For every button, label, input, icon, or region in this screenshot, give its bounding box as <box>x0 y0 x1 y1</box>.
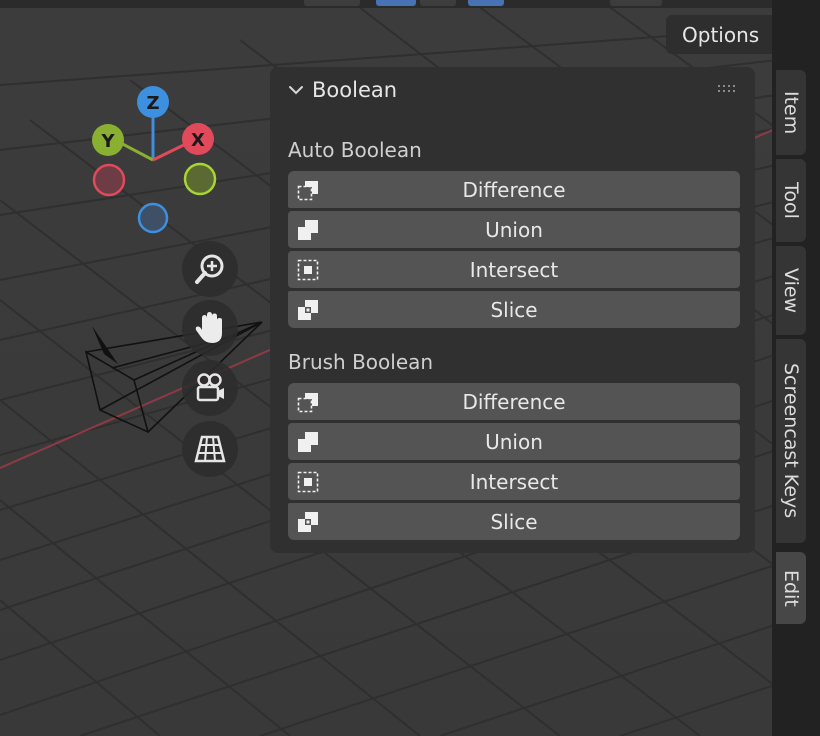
union-icon <box>298 432 318 452</box>
tab-tool[interactable]: Tool <box>776 159 806 242</box>
axis-y-label: Y <box>100 131 115 152</box>
tab-edit[interactable]: Edit <box>776 552 806 624</box>
header-segment-active[interactable] <box>376 0 416 6</box>
brush-slice-label: Slice <box>490 509 538 534</box>
zoom-icon <box>195 254 224 284</box>
auto-union-label: Union <box>485 217 543 242</box>
brush-intersect-label: Intersect <box>469 469 559 494</box>
tab-edit-label: Edit <box>780 569 802 607</box>
axis-x-label: X <box>191 130 205 151</box>
brush-union-label: Union <box>485 429 543 454</box>
axis-neg-x-handle[interactable] <box>92 163 126 197</box>
header-segment[interactable] <box>610 0 662 6</box>
difference-icon <box>297 393 318 413</box>
brush-boolean-label: Brush Boolean <box>288 350 434 374</box>
panel-title: Boolean <box>312 78 398 102</box>
tab-view-label: View <box>780 267 802 314</box>
header-segment-active[interactable] <box>468 0 504 6</box>
auto-slice-button[interactable]: Slice <box>288 291 740 328</box>
auto-slice-label: Slice <box>490 297 538 322</box>
tab-item-label: Item <box>780 90 802 135</box>
drag-handle-icon[interactable] <box>717 83 739 95</box>
tab-screencast-keys-label: Screencast Keys <box>780 363 802 519</box>
slice-icon <box>298 512 318 532</box>
panel-header[interactable]: Boolean <box>270 67 755 113</box>
difference-icon <box>297 181 318 201</box>
intersect-icon <box>297 471 319 493</box>
brush-slice-button[interactable]: Slice <box>288 503 740 540</box>
header-segment[interactable] <box>420 0 456 6</box>
auto-intersect-label: Intersect <box>469 257 559 282</box>
boolean-panel: Boolean Auto Boolean Difference Union In… <box>270 67 755 553</box>
intersect-icon <box>297 259 319 281</box>
axis-z-label: Z <box>146 93 159 114</box>
tab-item[interactable]: Item <box>776 70 806 155</box>
camera-icon <box>196 373 224 402</box>
grid-perspective-icon <box>194 435 226 463</box>
brush-difference-label: Difference <box>462 389 566 414</box>
axis-neg-y-handle[interactable] <box>183 162 217 196</box>
brush-difference-button[interactable]: Difference <box>288 383 740 420</box>
tab-tool-label: Tool <box>780 182 802 219</box>
union-icon <box>298 220 318 240</box>
camera-view-button[interactable] <box>182 360 238 416</box>
auto-intersect-button[interactable]: Intersect <box>288 251 740 288</box>
auto-difference-button[interactable]: Difference <box>288 171 740 208</box>
header-strip <box>0 0 820 8</box>
brush-intersect-button[interactable]: Intersect <box>288 463 740 500</box>
axis-neg-z-handle[interactable] <box>137 202 169 234</box>
brush-boolean-buttons: Difference Union Intersect Slice <box>288 383 740 540</box>
orientation-gizmo[interactable]: Z Y X <box>80 80 230 240</box>
chevron-down-icon <box>289 86 303 95</box>
hand-icon <box>195 312 222 343</box>
perspective-toggle-button[interactable] <box>182 421 238 477</box>
slice-icon <box>298 300 318 320</box>
tab-screencast-keys[interactable]: Screencast Keys <box>776 339 806 543</box>
auto-boolean-label: Auto Boolean <box>288 138 422 162</box>
options-label: Options <box>682 22 760 47</box>
auto-boolean-buttons: Difference Union Intersect Slice <box>288 171 740 328</box>
zoom-button[interactable] <box>182 241 238 297</box>
pan-button[interactable] <box>182 300 238 356</box>
auto-difference-label: Difference <box>462 177 566 202</box>
brush-union-button[interactable]: Union <box>288 423 740 460</box>
header-segment[interactable] <box>304 0 360 6</box>
auto-union-button[interactable]: Union <box>288 211 740 248</box>
tab-view[interactable]: View <box>776 246 806 335</box>
